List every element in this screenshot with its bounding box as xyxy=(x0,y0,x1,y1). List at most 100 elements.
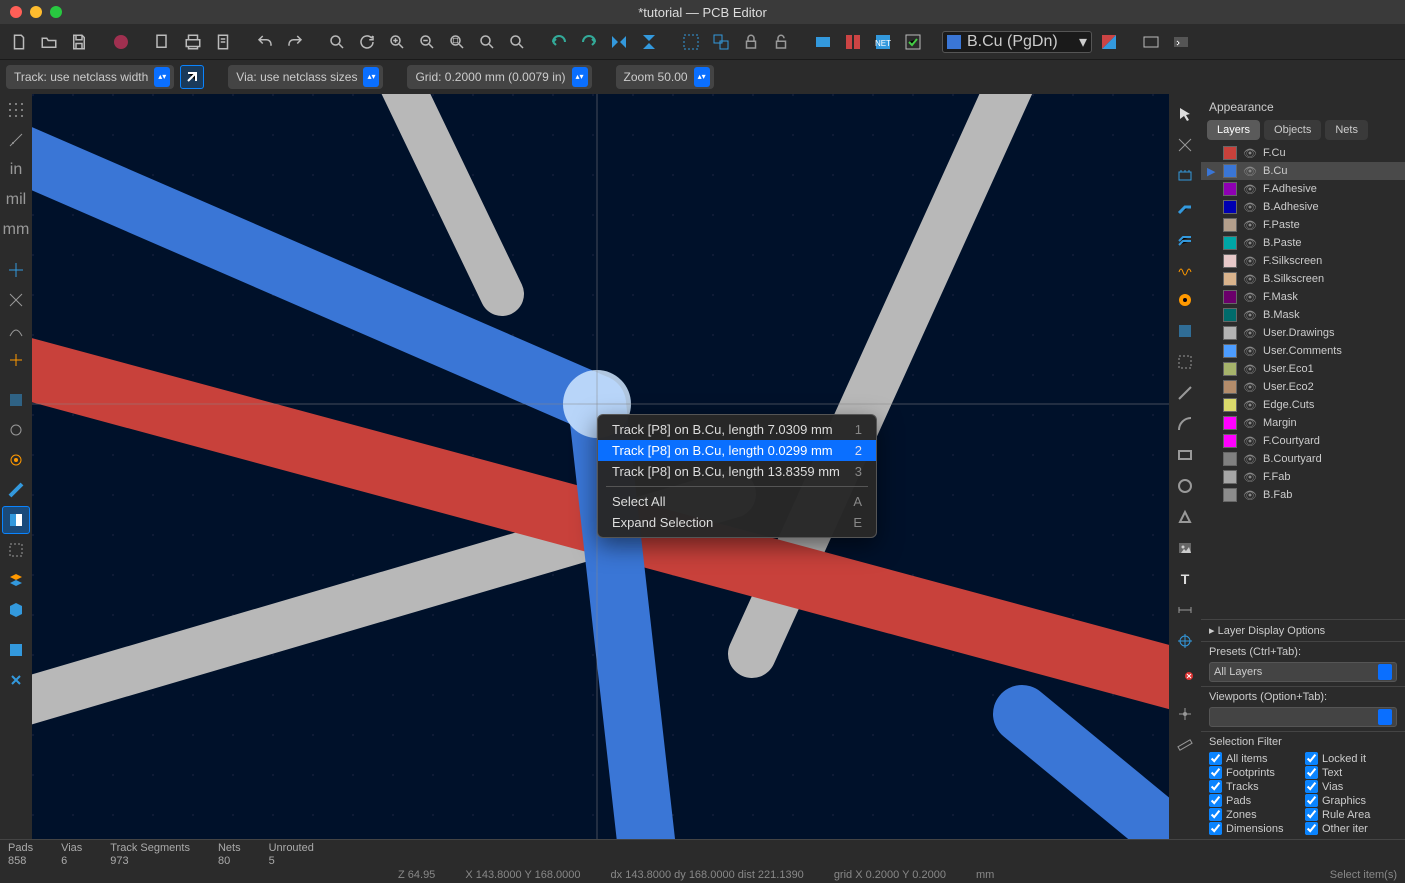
grid-override-icon[interactable] xyxy=(2,126,30,154)
layer-row-f-adhesive[interactable]: ▶👁F.Adhesive xyxy=(1201,180,1405,198)
ratsnest-curved-icon[interactable] xyxy=(2,316,30,344)
zoom-fit-icon[interactable] xyxy=(444,29,470,55)
cursor-shape-icon[interactable] xyxy=(2,256,30,284)
draw-arc-icon[interactable] xyxy=(1171,410,1199,438)
net-inspector-icon[interactable] xyxy=(2,536,30,564)
layers-manager-icon[interactable] xyxy=(2,566,30,594)
menu-item-expand-selection[interactable]: Expand SelectionE xyxy=(598,512,876,533)
high-contrast-icon[interactable] xyxy=(2,506,30,534)
zone-display-icon[interactable] xyxy=(2,386,30,414)
layer-row-b-paste[interactable]: ▶👁B.Paste xyxy=(1201,234,1405,252)
place-text-icon[interactable]: T xyxy=(1171,565,1199,593)
pcb-canvas[interactable]: Track [P8] on B.Cu, length 7.0309 mm1 Tr… xyxy=(32,94,1169,839)
filter-rule-area[interactable]: Rule Area xyxy=(1305,808,1397,821)
print-icon[interactable] xyxy=(180,29,206,55)
menu-item-track-3[interactable]: Track [P8] on B.Cu, length 13.8359 mm3 xyxy=(598,461,876,482)
page-settings-icon[interactable] xyxy=(150,29,176,55)
minimize-window[interactable] xyxy=(30,6,42,18)
draw-poly-icon[interactable] xyxy=(1171,503,1199,531)
mirror-h-icon[interactable] xyxy=(606,29,632,55)
net-highlight-icon[interactable] xyxy=(2,346,30,374)
zoom-window[interactable] xyxy=(50,6,62,18)
filter-pads[interactable]: Pads xyxy=(1209,794,1301,807)
route-diff-pair-icon[interactable] xyxy=(1171,224,1199,252)
layer-row-b-fab[interactable]: ▶👁B.Fab xyxy=(1201,486,1405,504)
layer-row-b-silkscreen[interactable]: ▶👁B.Silkscreen xyxy=(1201,270,1405,288)
zoom-in-icon[interactable] xyxy=(384,29,410,55)
find-icon[interactable] xyxy=(324,29,350,55)
menu-item-track-1[interactable]: Track [P8] on B.Cu, length 7.0309 mm1 xyxy=(598,419,876,440)
layer-pairs-icon[interactable] xyxy=(1096,29,1122,55)
layer-row-f-mask[interactable]: ▶👁F.Mask xyxy=(1201,288,1405,306)
refresh-icon[interactable] xyxy=(354,29,380,55)
open-icon[interactable] xyxy=(36,29,62,55)
ungroup-icon[interactable] xyxy=(708,29,734,55)
layer-row-margin[interactable]: ▶👁Margin xyxy=(1201,414,1405,432)
layer-row-b-mask[interactable]: ▶👁B.Mask xyxy=(1201,306,1405,324)
layer-row-f-fab[interactable]: ▶👁F.Fab xyxy=(1201,468,1405,486)
layer-row-f-courtyard[interactable]: ▶👁F.Courtyard xyxy=(1201,432,1405,450)
update-pcb-icon[interactable]: NET xyxy=(870,29,896,55)
via-size-dropdown[interactable]: Via: use netclass sizes▴▾ xyxy=(228,65,383,89)
appearance-panel-icon[interactable] xyxy=(2,636,30,664)
tab-objects[interactable]: Objects xyxy=(1264,120,1321,140)
local-ratsnest-icon[interactable] xyxy=(1171,131,1199,159)
layer-row-f-silkscreen[interactable]: ▶👁F.Silkscreen xyxy=(1201,252,1405,270)
rotate-cw-icon[interactable] xyxy=(576,29,602,55)
draw-rect-icon[interactable] xyxy=(1171,441,1199,469)
route-track-icon[interactable] xyxy=(1171,193,1199,221)
close-window[interactable] xyxy=(10,6,22,18)
tune-length-icon[interactable] xyxy=(1171,255,1199,283)
draw-line-icon[interactable] xyxy=(1171,379,1199,407)
new-icon[interactable] xyxy=(6,29,32,55)
redo-icon[interactable] xyxy=(282,29,308,55)
layer-row-edge-cuts[interactable]: ▶👁Edge.Cuts xyxy=(1201,396,1405,414)
zoom-selection-icon[interactable] xyxy=(504,29,530,55)
draw-circle-icon[interactable] xyxy=(1171,472,1199,500)
layer-row-b-courtyard[interactable]: ▶👁B.Courtyard xyxy=(1201,450,1405,468)
3d-viewer-icon[interactable] xyxy=(2,596,30,624)
place-dimension-icon[interactable] xyxy=(1171,596,1199,624)
layer-row-user-eco1[interactable]: ▶👁User.Eco1 xyxy=(1201,360,1405,378)
filter-all-items[interactable]: All items xyxy=(1209,752,1301,765)
viewports-dropdown[interactable] xyxy=(1209,707,1397,727)
presets-dropdown[interactable]: All Layers xyxy=(1209,662,1397,682)
scripting-icon[interactable] xyxy=(1138,29,1164,55)
delete-icon[interactable] xyxy=(1171,658,1199,686)
filter-dimensions[interactable]: Dimensions xyxy=(1209,822,1301,835)
group-icon[interactable] xyxy=(678,29,704,55)
measure-icon[interactable] xyxy=(1171,731,1199,759)
grid-dropdown[interactable]: Grid: 0.2000 mm (0.0079 in)▴▾ xyxy=(407,65,591,89)
ratsnest-toggle-icon[interactable] xyxy=(2,286,30,314)
zoom-dropdown[interactable]: Zoom 50.00▴▾ xyxy=(616,65,714,89)
unlock-icon[interactable] xyxy=(768,29,794,55)
track-width-auto-button[interactable] xyxy=(180,65,204,89)
track-width-dropdown[interactable]: Track: use netclass width▴▾ xyxy=(6,65,174,89)
units-mil-icon[interactable]: mil xyxy=(2,186,30,214)
mirror-v-icon[interactable] xyxy=(636,29,662,55)
place-origin-icon[interactable] xyxy=(1171,627,1199,655)
drc-icon[interactable] xyxy=(900,29,926,55)
filter-locked-it[interactable]: Locked it xyxy=(1305,752,1397,765)
properties-panel-icon[interactable] xyxy=(2,666,30,694)
layer-row-b-cu[interactable]: ▶👁B.Cu xyxy=(1201,162,1405,180)
filter-vias[interactable]: Vias xyxy=(1305,780,1397,793)
pad-display-icon[interactable] xyxy=(2,416,30,444)
layer-selector[interactable]: B.Cu (PgDn) ▾ xyxy=(942,31,1092,53)
place-rule-area-icon[interactable] xyxy=(1171,348,1199,376)
layer-row-b-adhesive[interactable]: ▶👁B.Adhesive xyxy=(1201,198,1405,216)
track-display-icon[interactable] xyxy=(2,476,30,504)
layer-row-user-eco2[interactable]: ▶👁User.Eco2 xyxy=(1201,378,1405,396)
polar-coords-icon[interactable]: in xyxy=(2,156,30,184)
place-footprint-icon[interactable] xyxy=(1171,162,1199,190)
layer-row-f-cu[interactable]: ▶👁F.Cu xyxy=(1201,144,1405,162)
layer-display-options-section[interactable]: ▸ Layer Display Options xyxy=(1201,619,1405,641)
filter-other-iter[interactable]: Other iter xyxy=(1305,822,1397,835)
zoom-objects-icon[interactable] xyxy=(474,29,500,55)
filter-text[interactable]: Text xyxy=(1305,766,1397,779)
lock-icon[interactable] xyxy=(738,29,764,55)
tab-nets[interactable]: Nets xyxy=(1325,120,1368,140)
zoom-out-icon[interactable] xyxy=(414,29,440,55)
place-zone-icon[interactable] xyxy=(1171,317,1199,345)
layer-row-f-paste[interactable]: ▶👁F.Paste xyxy=(1201,216,1405,234)
